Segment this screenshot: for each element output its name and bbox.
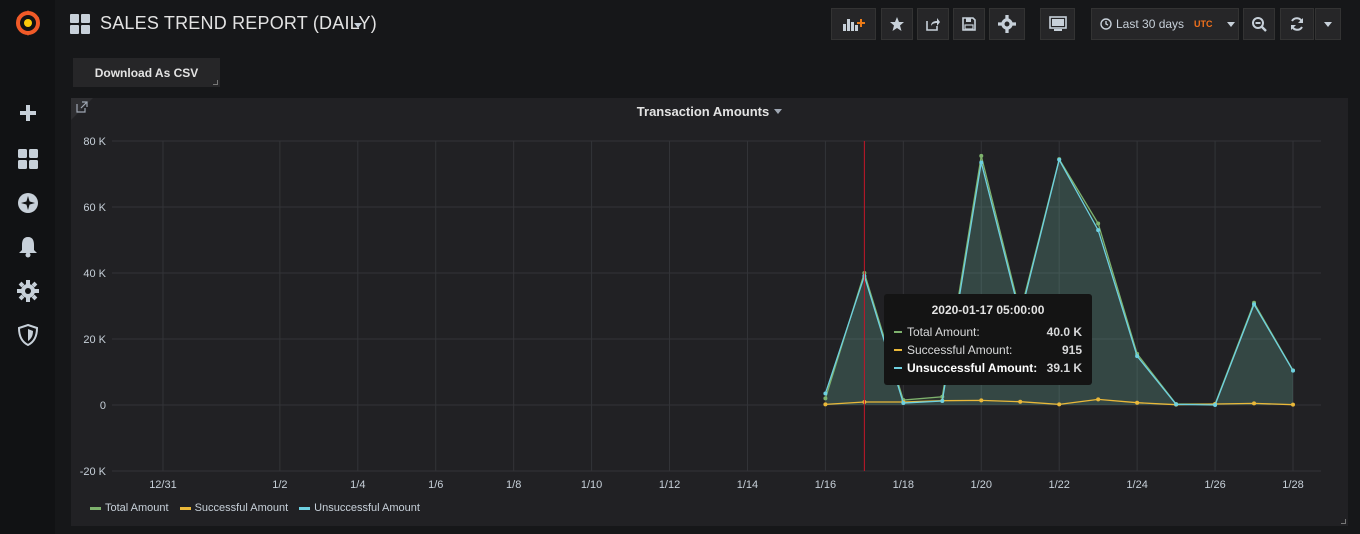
x-tick-label: 1/12	[659, 479, 680, 491]
y-tick-label: 40 K	[83, 268, 106, 280]
tooltip-swatch-total	[894, 331, 902, 333]
y-tick-label: 80 K	[83, 136, 106, 148]
series-unsuccessful-amount-point	[940, 399, 945, 404]
tooltip-row-unsuccessful: Unsuccessful Amount: 39.1 K	[894, 359, 1082, 377]
tooltip-label: Successful Amount:	[907, 343, 1013, 357]
series-unsuccessful-amount-point	[1096, 228, 1101, 233]
legend-label-successful: Successful Amount	[194, 502, 289, 514]
hover-tooltip: 2020-01-17 05:00:00 Total Amount: 40.0 K…	[884, 294, 1092, 385]
legend-item-total[interactable]: Total Amount	[90, 502, 169, 514]
x-tick-label: 1/24	[1126, 479, 1147, 491]
y-tick-label: 20 K	[83, 334, 106, 346]
x-tick-label: 1/20	[971, 479, 992, 491]
x-tick-label: 1/16	[815, 479, 836, 491]
series-successful-amount-point	[1096, 397, 1101, 402]
series-total-amount-point	[979, 153, 984, 158]
tooltip-label: Total Amount:	[907, 325, 980, 339]
x-tick-label: 1/28	[1282, 479, 1303, 491]
legend-label-total: Total Amount	[105, 502, 169, 514]
legend-item-unsuccessful[interactable]: Unsuccessful Amount	[299, 502, 420, 514]
series-successful-amount-point	[1057, 402, 1062, 407]
tooltip-value: 40.0 K	[1046, 325, 1082, 339]
series-unsuccessful-amount-point	[901, 401, 906, 406]
series-unsuccessful-amount-point	[1057, 157, 1062, 162]
tooltip-swatch-unsuccessful	[894, 367, 902, 369]
x-tick-label: 1/6	[428, 479, 443, 491]
series-successful-amount-point	[823, 402, 828, 407]
legend-swatch-unsuccessful	[299, 506, 311, 510]
legend-swatch-total	[90, 506, 101, 510]
series-successful-amount-point	[1291, 402, 1295, 407]
series-successful-amount-point	[1252, 401, 1257, 406]
series-successful-amount-point	[979, 398, 984, 403]
series-unsuccessful-amount-point	[1213, 403, 1218, 407]
tooltip-label: Unsuccessful Amount:	[907, 361, 1038, 375]
x-tick-label: 1/26	[1204, 479, 1225, 491]
series-total-amount-point	[823, 396, 828, 401]
x-tick-label: 1/10	[581, 479, 602, 491]
series-unsuccessful-amount-point	[1291, 368, 1295, 373]
tooltip-value: 39.1 K	[1046, 361, 1082, 375]
series-unsuccessful-amount-point	[823, 391, 828, 396]
y-tick-label: -20 K	[80, 466, 107, 478]
x-tick-label: 1/22	[1048, 479, 1069, 491]
legend-item-successful[interactable]: Successful Amount	[179, 502, 289, 514]
x-tick-label: 1/2	[272, 479, 287, 491]
chart-legend: Total Amount Successful Amount Unsuccess…	[90, 502, 420, 514]
x-tick-label: 1/4	[350, 479, 365, 491]
y-tick-label: 60 K	[83, 202, 106, 214]
x-tick-label: 1/8	[506, 479, 521, 491]
series-successful-amount-point	[1018, 399, 1023, 404]
chart-svg[interactable]: 80 K 60 K 40 K 20 K 0 -20 K 12/31 1/2 1/4 1/6 1/8 1…	[0, 0, 1360, 534]
tooltip-row-total: Total Amount: 40.0 K	[894, 323, 1082, 341]
y-tick-label: 0	[100, 400, 106, 412]
series-unsuccessful-amount-point	[1135, 354, 1140, 359]
legend-label-unsuccessful: Unsuccessful Amount	[314, 502, 420, 514]
tooltip-time: 2020-01-17 05:00:00	[931, 303, 1045, 317]
tooltip-row-successful: Successful Amount: 915	[894, 341, 1082, 359]
legend-swatch-successful	[179, 506, 191, 510]
series-unsuccessful-amount-point	[979, 160, 984, 165]
series-successful-amount-point	[1135, 400, 1140, 405]
series-unsuccessful-amount-point	[1252, 302, 1257, 307]
tooltip-value: 915	[1061, 343, 1082, 357]
tooltip-swatch-successful	[894, 349, 902, 351]
series-unsuccessful-amount-point	[1174, 402, 1179, 407]
series-total-amount-point	[1096, 221, 1101, 226]
x-tick-label: 1/18	[893, 479, 914, 491]
x-tick-label: 1/14	[737, 479, 758, 491]
x-tick-label: 12/31	[149, 479, 177, 491]
